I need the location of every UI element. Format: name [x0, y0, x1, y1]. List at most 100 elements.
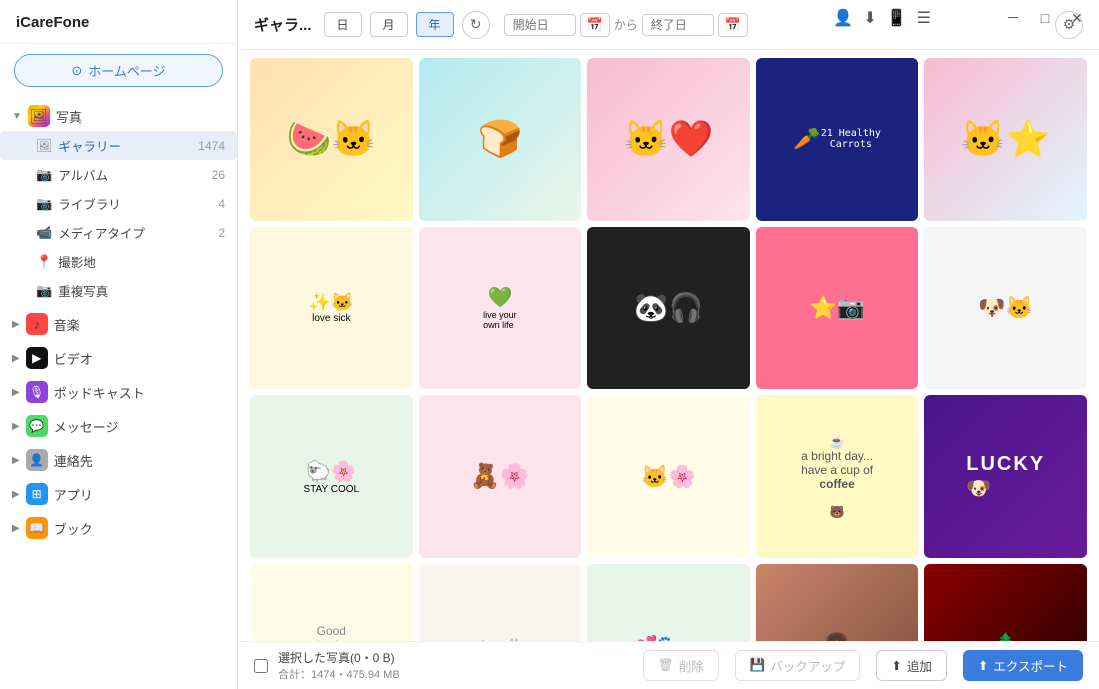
export-button[interactable]: ⬆ エクスポート: [963, 650, 1083, 681]
topright-icons: 👤 ⬇ 📱 ☰: [825, 0, 939, 36]
date-range-group: 📅 から 📅: [504, 13, 748, 37]
photos-section-header[interactable]: ▼ 🖼 写真: [0, 97, 237, 131]
chevron-right-icon: ▶: [12, 489, 20, 500]
album-label: アルバム: [58, 165, 108, 184]
gallery-icon: 🖼: [36, 138, 53, 154]
mediatype-icon: 📹: [36, 225, 52, 241]
photo-item[interactable]: 🍉🐱: [250, 58, 413, 221]
photos-section: ▼ 🖼 写真 🖼 ギャラリー 1474 📷 アルバム 26 📷 ライブラリ 4 …: [0, 97, 237, 305]
backup-icon: 💾: [750, 658, 766, 673]
sidebar-item-books[interactable]: ▶ 📖 ブック: [0, 509, 237, 543]
selection-total: 合計：1474・475.94 MB: [278, 666, 400, 682]
home-button[interactable]: ⊙ ホームページ: [14, 54, 223, 87]
export-icon: ⬆: [978, 658, 988, 673]
library-count: 4: [218, 197, 225, 211]
backup-label: バックアップ: [770, 656, 845, 675]
photo-item[interactable]: 💚live yourown life: [419, 227, 582, 390]
delete-button[interactable]: 🗑 削除: [643, 650, 719, 681]
contacts-label: 連絡先: [54, 451, 93, 470]
photo-item[interactable]: 🧸🌸: [419, 395, 582, 558]
sidebar-item-contacts[interactable]: ▶ 👤 連絡先: [0, 441, 237, 475]
photo-item[interactable]: 🍞: [419, 58, 582, 221]
delete-label: 削除: [679, 656, 704, 675]
chevron-right-icon: ▶: [12, 387, 20, 398]
chevron-down-icon: ▼: [12, 111, 22, 122]
video-label: ビデオ: [54, 349, 93, 368]
album-icon: 📷: [36, 167, 52, 183]
chevron-right-icon: ▶: [12, 353, 20, 364]
photo-item[interactable]: 🐱🌸: [587, 395, 750, 558]
photo-item[interactable]: 💕🐾Love: [587, 564, 750, 641]
close-button[interactable]: ✕: [1063, 4, 1091, 32]
add-button[interactable]: ⬆ 追加: [876, 650, 947, 681]
date-to-input[interactable]: [642, 14, 714, 36]
delete-icon: 🗑: [658, 658, 674, 673]
download-icon[interactable]: ⬇: [863, 8, 876, 28]
photo-item[interactable]: 🥕21 HealthyCarrots: [756, 58, 919, 221]
messages-icon: 💬: [26, 415, 48, 437]
sidebar-item-gallery[interactable]: 🖼 ギャラリー 1474: [0, 131, 237, 160]
music-label: 音楽: [54, 315, 80, 334]
sidebar-item-music[interactable]: ▶ ♪ 音楽: [0, 305, 237, 339]
sidebar-item-library[interactable]: 📷 ライブラリ 4: [0, 189, 237, 218]
from-label: から: [614, 16, 638, 33]
sidebar-item-apps[interactable]: ▶ ⊞ アプリ: [0, 475, 237, 509]
photo-item[interactable]: 🐱❤️: [587, 58, 750, 221]
sidebar-item-location[interactable]: 📍 撮影地: [0, 247, 237, 276]
library-label: ライブラリ: [58, 194, 121, 213]
topbar: ギャラ... 日 月 年 ↻ 📅 から 📅 ⚙: [238, 0, 1099, 50]
menu-icon[interactable]: ☰: [917, 8, 931, 28]
select-all-checkbox[interactable]: [254, 659, 268, 673]
add-icon: ⬆: [891, 658, 901, 673]
photo-item[interactable]: ⭐📷: [756, 227, 919, 390]
gallery-label: ギャラリー: [59, 136, 122, 155]
tab-month[interactable]: 月: [370, 12, 408, 37]
sidebar-item-podcast[interactable]: ▶ 🎙 ポッドキャスト: [0, 373, 237, 407]
apps-label: アプリ: [54, 485, 93, 504]
photo-item[interactable]: 🐶🐱: [924, 227, 1087, 390]
photos-icon: 🖼: [28, 105, 50, 127]
photo-item[interactable]: ✨🐱love sick: [250, 227, 413, 390]
tab-day[interactable]: 日: [324, 12, 362, 37]
refresh-button[interactable]: ↻: [462, 11, 490, 39]
minimize-button[interactable]: －: [999, 4, 1027, 32]
page-title: ギャラ...: [254, 14, 312, 35]
contacts-icon: 👤: [26, 449, 48, 471]
photo-item[interactable]: LUCKY🐶: [924, 395, 1087, 558]
chevron-right-icon: ▶: [12, 319, 20, 330]
date-from-input[interactable]: [504, 14, 576, 36]
device-icon[interactable]: 📱: [887, 8, 907, 28]
duplicate-icon: 📷: [36, 283, 52, 299]
library-icon: 📷: [36, 196, 52, 212]
tab-year[interactable]: 年: [416, 12, 454, 37]
export-label: エクスポート: [993, 656, 1068, 675]
window-controls: － □ ✕: [991, 0, 1099, 36]
user-icon[interactable]: 👤: [833, 8, 853, 28]
location-icon: 📍: [36, 254, 52, 270]
sidebar-item-messages[interactable]: ▶ 💬 メッセージ: [0, 407, 237, 441]
photo-item[interactable]: 🌲: [924, 564, 1087, 641]
sidebar-item-duplicate[interactable]: 📷 重複写真: [0, 276, 237, 305]
calendar-from-icon[interactable]: 📅: [580, 13, 610, 37]
backup-button[interactable]: 💾 バックアップ: [735, 650, 861, 681]
duplicate-label: 重複写真: [58, 281, 108, 300]
photos-label: 写真: [56, 107, 82, 126]
calendar-to-icon[interactable]: 📅: [718, 13, 748, 37]
sidebar-item-album[interactable]: 📷 アルバム 26: [0, 160, 237, 189]
photo-item[interactable]: 🐼🎧: [587, 227, 750, 390]
photo-item[interactable]: ☕a bright day...have a cup ofcoffee🐻: [756, 395, 919, 558]
sidebar-item-mediatype[interactable]: 📹 メディアタイプ 2: [0, 218, 237, 247]
photo-item[interactable]: 👧: [756, 564, 919, 641]
photo-item[interactable]: 🐱⭐: [924, 58, 1087, 221]
podcast-icon: 🎙: [26, 381, 48, 403]
selection-info: 選択した写真(0・0 B): [278, 649, 400, 666]
apps-icon: ⊞: [26, 483, 48, 505]
photo-item[interactable]: 🐑🌸STAY COOL: [250, 395, 413, 558]
photo-item[interactable]: GoodLuck🍒: [250, 564, 413, 641]
maximize-button[interactable]: □: [1031, 4, 1059, 32]
add-label: 追加: [907, 656, 932, 675]
chevron-right-icon: ▶: [12, 455, 20, 466]
sidebar-item-video[interactable]: ▶ ▶ ビデオ: [0, 339, 237, 373]
photo-grid-container[interactable]: 🍉🐱 🍞 🐱❤️ 🥕21 HealthyCarrots 🐱⭐ ✨🐱love si…: [238, 50, 1099, 641]
photo-item[interactable]: Cute 🐰: [419, 564, 582, 641]
